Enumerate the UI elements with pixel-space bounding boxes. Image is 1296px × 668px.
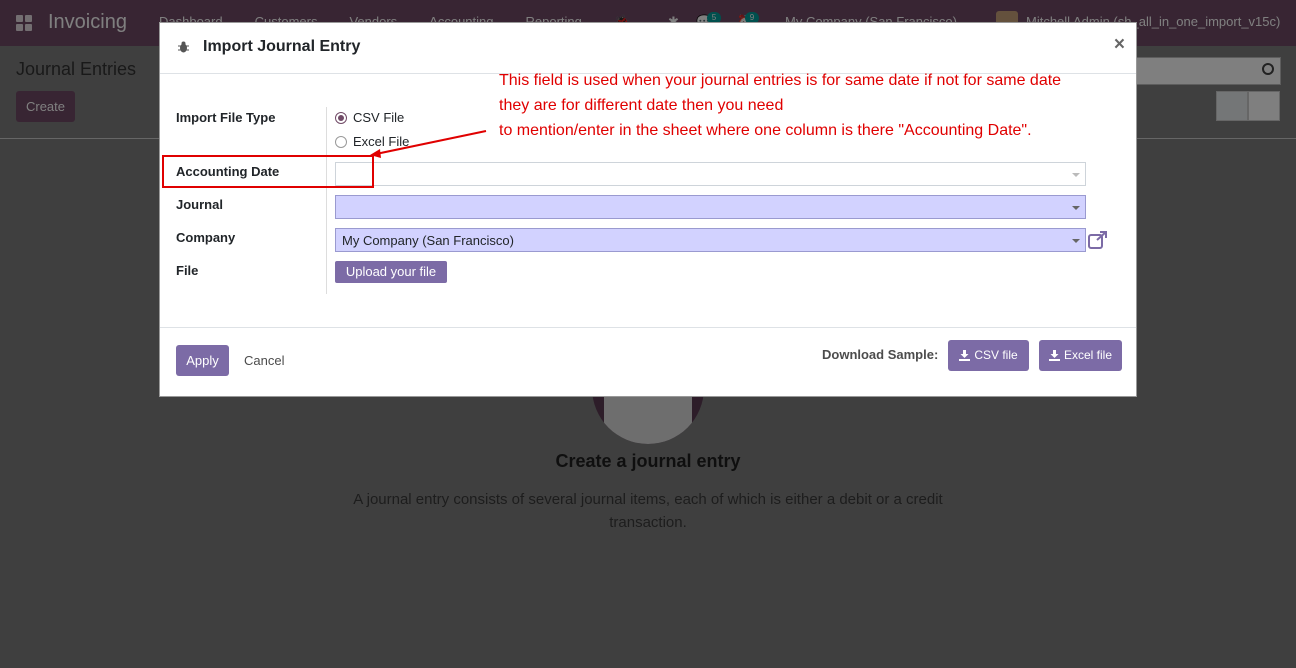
csv-sample-label: CSV file	[974, 348, 1018, 362]
annotation-note: This field is used when your journal ent…	[499, 68, 1061, 143]
download-icon	[1048, 350, 1060, 361]
excel-radio-button[interactable]	[335, 135, 347, 148]
download-sample-label: Download Sample:	[822, 347, 939, 362]
excel-sample-label: Excel file	[1063, 348, 1113, 362]
csv-radio-button[interactable]	[335, 111, 347, 124]
bug-icon	[178, 41, 189, 53]
annotation-line: to mention/enter in the sheet where one …	[499, 122, 1032, 139]
apply-button[interactable]: Apply	[176, 345, 229, 376]
upload-file-button[interactable]: Upload your file	[335, 261, 447, 283]
file-label: File	[176, 263, 199, 278]
dialog-footer: Apply Cancel Download Sample: CSV file E…	[160, 327, 1136, 398]
company-value: My Company (San Francisco)	[342, 233, 514, 248]
csv-radio-label[interactable]: CSV File	[353, 110, 404, 125]
chevron-down-icon[interactable]	[1072, 239, 1080, 243]
company-label: Company	[176, 230, 236, 245]
annotation-line: This field is used when your journal ent…	[499, 72, 1062, 89]
cancel-button[interactable]: Cancel	[244, 353, 284, 368]
csv-sample-button[interactable]: CSV file	[948, 340, 1029, 371]
company-field[interactable]: My Company (San Francisco)	[335, 228, 1086, 252]
close-icon[interactable]: ×	[1114, 34, 1125, 56]
journal-label: Journal	[176, 197, 223, 212]
annotation-line: they are for different date then you nee…	[499, 97, 784, 114]
journal-field[interactable]	[335, 195, 1086, 219]
label-divider	[326, 107, 327, 294]
csv-file-radio[interactable]: CSV File	[335, 110, 404, 125]
dialog-title: Import Journal Entry	[203, 38, 361, 55]
download-icon	[959, 350, 971, 361]
excel-sample-button[interactable]: Excel file	[1039, 340, 1122, 371]
annotation-highlight-box	[162, 155, 374, 188]
import-file-type-label: Import File Type	[176, 110, 276, 125]
accounting-date-field[interactable]	[335, 162, 1086, 186]
annotation-arrow-icon	[370, 130, 487, 158]
chevron-down-icon[interactable]	[1072, 173, 1080, 177]
dialog-header: Import Journal Entry ×	[160, 23, 1136, 74]
external-link-icon[interactable]	[1088, 231, 1108, 249]
chevron-down-icon[interactable]	[1072, 206, 1080, 210]
